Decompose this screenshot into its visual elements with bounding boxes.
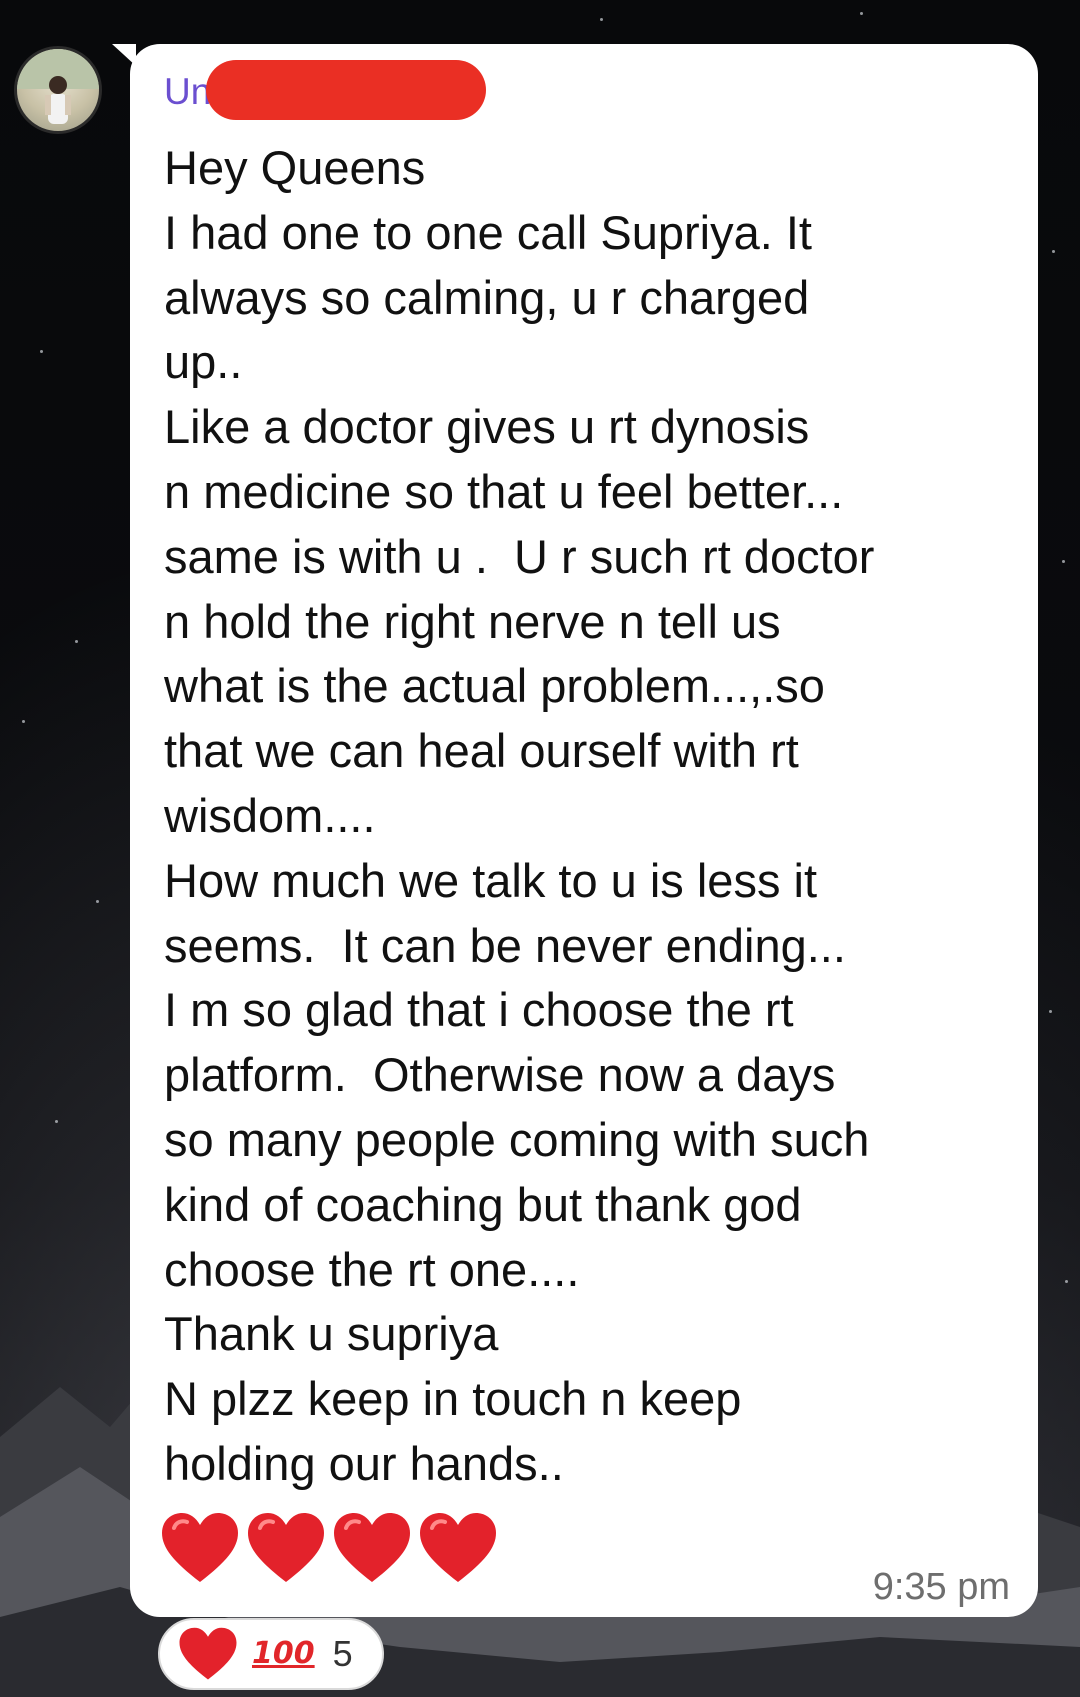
- message-line: Hey Queens: [164, 141, 426, 194]
- message-line: same is with u . U r such rt doctor: [164, 529, 875, 583]
- message-line: seems. It can be never ending...: [164, 918, 846, 972]
- red-heart-icon: [248, 1513, 324, 1582]
- red-heart-icon: [179, 1627, 237, 1680]
- reaction-count: 5: [332, 1633, 353, 1674]
- red-heart-icon: [162, 1513, 238, 1582]
- person-photo-icon: [17, 49, 99, 124]
- message-line: I had one to one call Supriya. It: [164, 205, 812, 259]
- reactions-pill[interactable]: 100 5: [158, 1618, 384, 1690]
- message-line: n medicine so that u feel better...: [164, 464, 844, 518]
- message-line: Like a doctor gives u rt dynosis: [164, 400, 810, 454]
- message-line: How much we talk to u is less it: [164, 853, 817, 907]
- red-heart-icon: [334, 1513, 410, 1582]
- message-line: wisdom....: [164, 788, 376, 842]
- message-line: what is the actual problem...,.so: [164, 659, 825, 713]
- hundred-points-icon: 100: [252, 1636, 315, 1671]
- message-line: that we can heal ourself with rt: [164, 724, 799, 778]
- sender-avatar[interactable]: [14, 46, 102, 134]
- message-line: choose the rt one....: [164, 1242, 580, 1296]
- message-line: kind of coaching but thank god: [164, 1177, 802, 1231]
- message-line: so many people coming with such: [164, 1112, 870, 1166]
- name-redaction-mark: [206, 60, 486, 120]
- sender-header: Un: [164, 66, 211, 118]
- message-line: Thank u supriya: [164, 1307, 499, 1361]
- red-heart-icon: [420, 1513, 496, 1582]
- heart-emoji-row: [160, 1512, 498, 1584]
- message-line: N plzz keep in touch n keep: [164, 1372, 742, 1426]
- message-line: n hold the right nerve n tell us: [164, 594, 781, 648]
- message-text: Hey Queens I had one to one call Supriya…: [164, 136, 1024, 1497]
- sender-name[interactable]: Un: [164, 66, 211, 118]
- message-line: up..: [164, 335, 243, 389]
- message-line: I m so glad that i choose the rt: [164, 983, 794, 1037]
- message-timestamp: 9:35 pm: [872, 1566, 1010, 1608]
- message-line: always so calming, u r charged: [164, 270, 810, 324]
- message-line: holding our hands..: [164, 1436, 564, 1490]
- message-line: platform. Otherwise now a days: [164, 1048, 836, 1102]
